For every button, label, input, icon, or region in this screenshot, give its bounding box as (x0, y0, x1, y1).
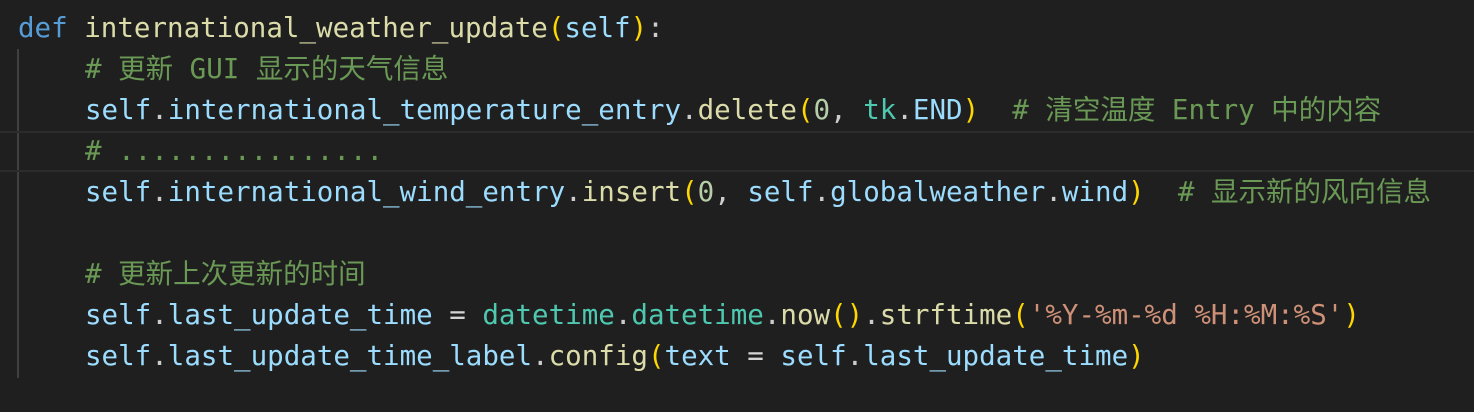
code-token: . (681, 94, 698, 126)
code-token: = (432, 299, 483, 331)
code-token: ( (1012, 299, 1029, 331)
code-token: ) (1128, 340, 1145, 372)
code-token: ) (630, 12, 648, 44)
code-editor[interactable]: def international_weather_update(self): … (0, 0, 1474, 412)
code-token: international_weather_update (84, 12, 548, 44)
code-token: text (664, 340, 731, 372)
code-token: globalweather (830, 176, 1046, 208)
code-line-4-current[interactable]: # ................ (0, 131, 1474, 172)
code-token: ( (681, 176, 698, 208)
code-token: delete (697, 94, 797, 126)
code-line-3[interactable]: self.international_temperature_entry.del… (0, 90, 1474, 131)
code-token: self (85, 340, 152, 372)
code-token: 0 (697, 176, 715, 208)
code-token: ) (962, 94, 980, 126)
code-token: datetime (482, 299, 615, 331)
code-token: . (846, 340, 864, 372)
code-token: self (85, 299, 152, 331)
code-token: . (813, 176, 831, 208)
code-line-8[interactable]: self.last_update_time = datetime.datetim… (0, 295, 1474, 336)
code-token: . (614, 299, 632, 331)
code-line-5[interactable]: self.international_wind_entry.insert(0, … (0, 172, 1474, 213)
code-token: . (532, 340, 549, 372)
code-token: ( (647, 340, 665, 372)
code-token: . (896, 94, 913, 126)
code-line-content: # ................ (85, 133, 383, 170)
code-token: = (730, 340, 781, 372)
code-token: self (85, 176, 152, 208)
code-line-9[interactable]: self.last_update_time_label.config(text … (0, 336, 1474, 377)
code-token: strftime (879, 299, 1013, 331)
code-token: () (830, 299, 864, 331)
code-token: ) (1128, 176, 1145, 208)
code-token: ( (796, 94, 814, 126)
code-token: insert (581, 176, 682, 208)
code-token: 0 (813, 94, 831, 126)
code-token: , (830, 94, 864, 126)
code-token: # 更新上次更新的时间 (85, 258, 366, 290)
code-token: last_update_time_label (167, 340, 533, 372)
code-token: international_temperature_entry (167, 94, 682, 126)
code-line-content: self.last_update_time_label.config(text … (85, 336, 1145, 377)
code-line-content: self.international_temperature_entry.del… (85, 90, 1381, 131)
code-token: . (565, 176, 582, 208)
code-token: self (747, 176, 814, 208)
code-token: ( (547, 12, 565, 44)
code-token: self (85, 94, 152, 126)
code-line-content: self.international_wind_entry.insert(0, … (85, 172, 1431, 213)
code-line-content: def international_weather_update(self): (18, 8, 664, 49)
code-line-content: # 更新 GUI 显示的天气信息 (85, 49, 448, 90)
code-token: last_update_time (167, 299, 433, 331)
code-token: . (151, 176, 168, 208)
code-line-1[interactable]: def international_weather_update(self): (0, 8, 1474, 49)
code-token: self (780, 340, 847, 372)
code-token: datetime (631, 299, 764, 331)
code-token: : (647, 12, 664, 44)
code-line-7[interactable]: # 更新上次更新的时间 (0, 254, 1474, 295)
code-token: , (714, 176, 748, 208)
code-token: . (151, 299, 168, 331)
code-token: . (1045, 176, 1062, 208)
code-token: def (18, 12, 68, 44)
code-token: . (151, 94, 168, 126)
code-token: . (863, 299, 880, 331)
code-line-content: # 更新上次更新的时间 (85, 254, 366, 295)
code-token: wind (1061, 176, 1129, 208)
code-token: last_update_time (863, 340, 1129, 372)
code-token: END (912, 94, 963, 126)
code-token: international_wind_entry (167, 176, 566, 208)
code-token: . (763, 299, 781, 331)
code-token: ) (1343, 299, 1360, 331)
code-token: # 清空温度 Entry 中的内容 (1012, 94, 1382, 126)
code-token: now (780, 299, 831, 331)
code-token: . (151, 340, 168, 372)
code-token: # 更新 GUI 显示的天气信息 (85, 53, 449, 85)
code-token: '%Y-%m-%d %H:%M:%S' (1028, 299, 1344, 331)
code-token: # 显示新的风向信息 (1177, 176, 1431, 208)
code-token: self (564, 12, 631, 44)
code-token: config (548, 340, 648, 372)
code-line-2[interactable]: # 更新 GUI 显示的天气信息 (0, 49, 1474, 90)
code-token: # ................ (85, 135, 384, 167)
code-line-content: self.last_update_time = datetime.datetim… (85, 295, 1360, 336)
code-line-6[interactable] (0, 213, 1474, 254)
code-token: tk (863, 94, 897, 126)
